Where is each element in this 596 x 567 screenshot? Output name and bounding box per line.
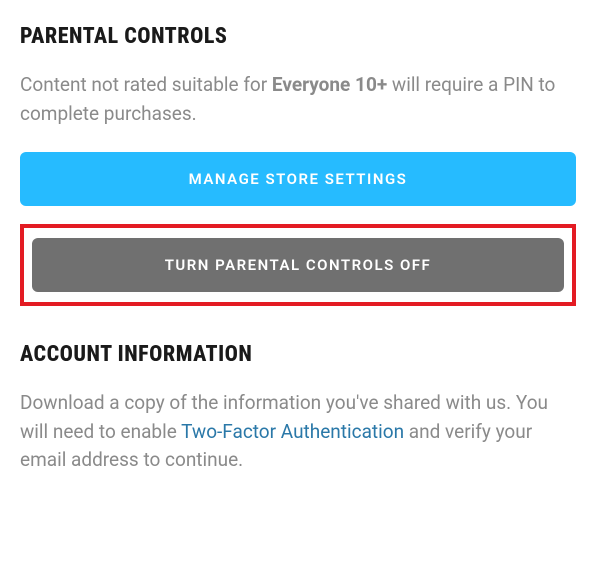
- rating-label: Everyone 10+: [272, 73, 387, 96]
- highlighted-area: TURN PARENTAL CONTROLS OFF: [20, 224, 576, 306]
- parental-controls-heading: PARENTAL CONTROLS: [20, 24, 576, 49]
- account-information-description: Download a copy of the information you'v…: [20, 389, 576, 475]
- parental-controls-description: Content not rated suitable for Everyone …: [20, 71, 576, 128]
- manage-store-settings-button[interactable]: MANAGE STORE SETTINGS: [20, 152, 576, 206]
- desc-text-prefix: Content not rated suitable for: [20, 73, 272, 96]
- account-information-heading: ACCOUNT INFORMATION: [20, 342, 576, 367]
- two-factor-auth-link[interactable]: Two-Factor Authentication: [181, 420, 404, 443]
- turn-parental-controls-off-button[interactable]: TURN PARENTAL CONTROLS OFF: [32, 238, 564, 292]
